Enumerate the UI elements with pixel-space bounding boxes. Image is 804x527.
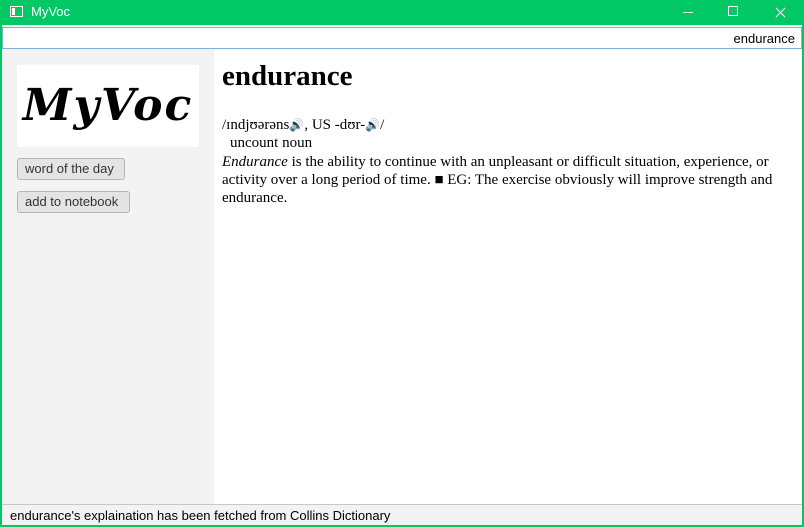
- definition-body: is the ability to continue with an unple…: [222, 154, 773, 206]
- content-area: MyVoc word of the day add to notebook en…: [2, 25, 802, 525]
- pronunciation-us: , US -dʊr-: [304, 117, 366, 133]
- window-title: MyVoc: [31, 4, 71, 19]
- pronunciation: /ɪndjʊərəns🔊, US -dʊr-🔊/: [222, 117, 384, 134]
- definition-panel: endurance /ɪndjʊərəns🔊, US -dʊr-🔊/ uncou…: [214, 50, 802, 504]
- status-text: endurance's explaination has been fetche…: [10, 508, 391, 523]
- definition-text: Endurance is the ability to continue wit…: [222, 153, 794, 207]
- add-to-notebook-button[interactable]: add to notebook: [17, 191, 130, 213]
- speaker-icon[interactable]: 🔊: [365, 118, 380, 132]
- word-of-the-day-button[interactable]: word of the day: [17, 158, 125, 180]
- headword: endurance: [222, 60, 353, 92]
- close-button[interactable]: [757, 0, 803, 25]
- logo: MyVoc: [17, 65, 199, 147]
- speaker-icon[interactable]: 🔊: [289, 118, 304, 132]
- app-window-icon: [10, 6, 23, 17]
- part-of-speech: uncount noun: [230, 135, 313, 151]
- pronunciation-end: /: [380, 117, 385, 133]
- sidebar: MyVoc word of the day add to notebook: [2, 50, 214, 504]
- pronunciation-uk: /ɪndjʊərəns: [222, 117, 290, 133]
- maximize-button[interactable]: [711, 0, 757, 25]
- minimize-button[interactable]: [665, 0, 711, 25]
- search-input[interactable]: [3, 28, 799, 48]
- app-window: MyVoc MyVoc word of the day add to noteb…: [0, 0, 804, 527]
- logo-text: MyVoc: [22, 80, 194, 131]
- status-bar: endurance's explaination has been fetche…: [2, 504, 802, 525]
- title-bar[interactable]: MyVoc: [0, 0, 804, 25]
- search-bar: [2, 27, 802, 49]
- definition-term: Endurance: [222, 154, 288, 170]
